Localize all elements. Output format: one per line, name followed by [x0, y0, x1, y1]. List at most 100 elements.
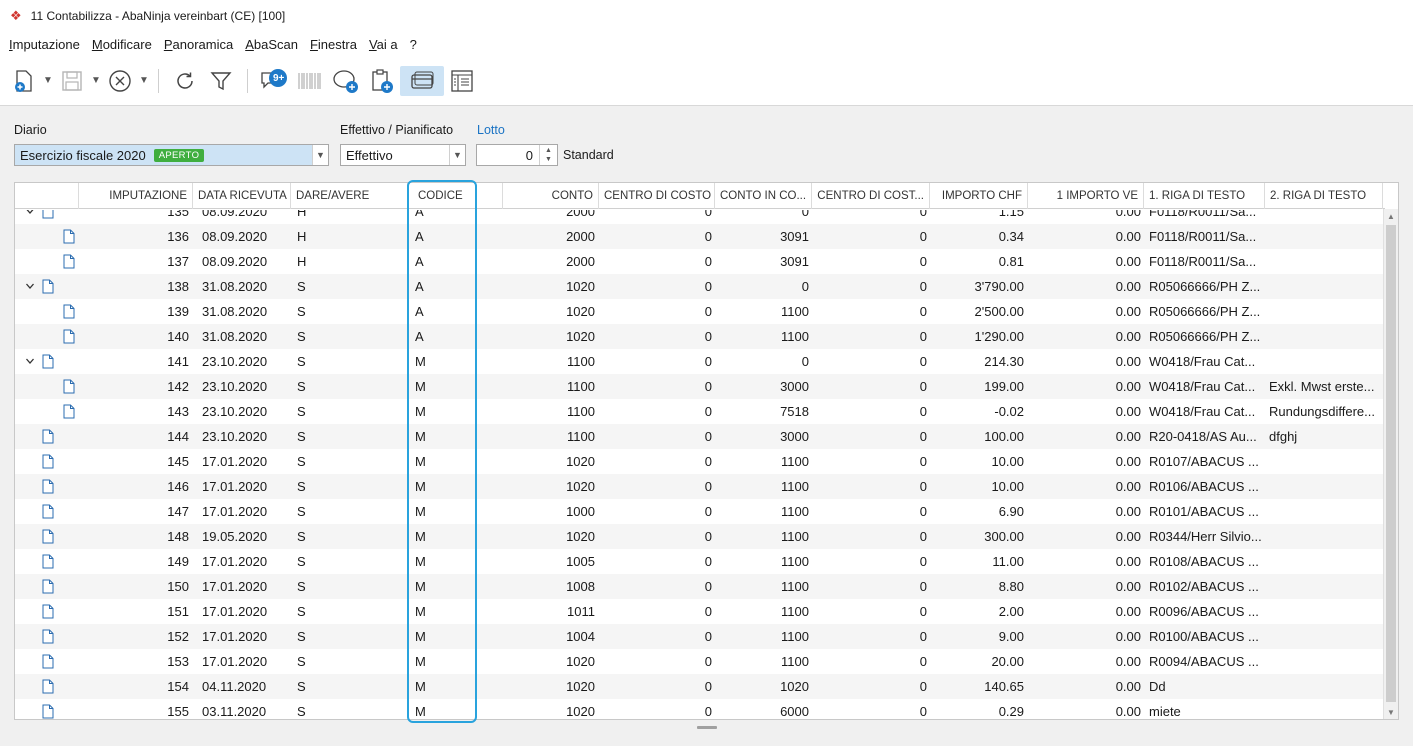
table-row[interactable]: 140 31.08.2020 S A 1020 0 1100 0 1'290.00 0.00 R05… [15, 324, 1385, 349]
diario-select[interactable]: Esercizio fiscale 2020 APERTO ▼ [14, 144, 329, 166]
cell-codice: M [415, 679, 426, 694]
menu-help[interactable]: ? [410, 37, 417, 52]
save-dropdown-caret-icon[interactable]: ▼ [90, 66, 102, 96]
menu-bar: Imputazione Modificare Panoramica AbaSca… [0, 32, 1413, 56]
table-row[interactable]: 153 17.01.2020 S M 1020 0 1100 0 20.00 0.00 R0094/… [15, 649, 1385, 674]
notifications-icon[interactable]: 9+ [256, 66, 292, 96]
menu-finestra[interactable]: Finestra [310, 37, 357, 52]
detail-view-icon[interactable] [444, 66, 480, 96]
column-header-importo-chf[interactable]: IMPORTO CHF [930, 183, 1028, 209]
cell-data-ricevuta: 23.10.2020 [202, 354, 268, 369]
cell-conto-in-co: 1100 [781, 579, 809, 594]
cell-conto-in-co: 1100 [781, 529, 809, 544]
cell-data-ricevuta: 17.01.2020 [202, 454, 268, 469]
cell-centro-di-costo-2: 0 [919, 554, 927, 569]
table-row[interactable]: 154 04.11.2020 S M 1020 0 1020 0 140.65 0.00 Dd [15, 674, 1385, 699]
document-icon [63, 329, 75, 344]
cell-importo-chf: 9.00 [998, 629, 1024, 644]
column-header-conto-in-co[interactable]: CONTO IN CO... [715, 183, 812, 209]
cell-conto: 1008 [566, 579, 595, 594]
scroll-down-icon[interactable]: ▼ [1384, 705, 1398, 719]
lotto-stepper[interactable]: 0 ▲ ▼ [476, 144, 558, 166]
cell-codice: M [415, 704, 426, 719]
column-header-riga-testo-2[interactable]: 2. RIGA DI TESTO [1265, 183, 1383, 209]
table-row[interactable]: 144 23.10.2020 S M 1100 0 3000 0 100.00 0.00 R20-0… [15, 424, 1385, 449]
column-header-importo-ve[interactable]: 1 IMPORTO VE [1028, 183, 1144, 209]
vertical-scrollbar[interactable]: ▲ ▼ [1383, 209, 1398, 719]
refresh-icon[interactable] [167, 66, 203, 96]
table-row[interactable]: 150 17.01.2020 S M 1008 0 1100 0 8.80 0.00 R0102/A… [15, 574, 1385, 599]
table-row[interactable]: 139 31.08.2020 S A 1020 0 1100 0 2'500.00 0.00 R05… [15, 299, 1385, 324]
cell-conto: 1100 [567, 354, 595, 369]
table-row[interactable]: 142 23.10.2020 S M 1100 0 3000 0 199.00 0.00 W0418… [15, 374, 1385, 399]
cell-importo-chf: 1.15 [998, 210, 1024, 219]
column-header-imputazione[interactable]: IMPUTAZIONE [79, 183, 193, 209]
resize-grip[interactable] [697, 726, 717, 729]
cell-codice: M [415, 654, 426, 669]
table-row[interactable]: 136 08.09.2020 H A 2000 0 3091 0 0.34 0.00 F0118/R… [15, 224, 1385, 249]
column-header-dare-avere[interactable]: DARE/AVERE [291, 183, 408, 209]
chevron-down-icon[interactable] [24, 355, 36, 367]
table-row[interactable]: 135 08.09.2020 H A 2000 0 0 0 1.15 0.00 F0118/R001… [15, 210, 1385, 224]
column-header-data-ricevuta[interactable]: DATA RICEVUTA [193, 183, 291, 209]
effettivo-select[interactable]: Effettivo ▼ [340, 144, 466, 166]
table-row[interactable]: 143 23.10.2020 S M 1100 0 7518 0 -0.02 0.00 W0418/… [15, 399, 1385, 424]
table-row[interactable]: 145 17.01.2020 S M 1020 0 1100 0 10.00 0.00 R0107/… [15, 449, 1385, 474]
table-row[interactable]: 155 03.11.2020 S M 1020 0 6000 0 0.29 0.00 miete [15, 699, 1385, 719]
cell-riga-testo-1: R0100/ABACUS ... [1149, 629, 1259, 644]
cell-conto-in-co: 1100 [781, 604, 809, 619]
cancel-icon[interactable] [102, 66, 138, 96]
table-row[interactable]: 148 19.05.2020 S M 1020 0 1100 0 300.00 0.00 R0344… [15, 524, 1385, 549]
cell-conto: 2000 [566, 229, 595, 244]
column-header-centro-di-cost2[interactable]: CENTRO DI COST... [812, 183, 930, 209]
cell-dare-avere: H [297, 210, 307, 219]
clipboard-icon[interactable] [364, 66, 400, 96]
table-row[interactable]: 152 17.01.2020 S M 1004 0 1100 0 9.00 0.00 R0100/A… [15, 624, 1385, 649]
menu-modificare[interactable]: Modificare [92, 37, 152, 52]
chevron-down-icon[interactable] [24, 210, 36, 217]
new-document-icon[interactable] [6, 66, 42, 96]
cell-centro-di-costo-2: 0 [919, 229, 927, 244]
cell-importo-ve: 0.00 [1115, 579, 1141, 594]
table-row[interactable]: 149 17.01.2020 S M 1005 0 1100 0 11.00 0.00 R0108/… [15, 549, 1385, 574]
cell-codice: A [415, 210, 424, 219]
table-row[interactable]: 146 17.01.2020 S M 1020 0 1100 0 10.00 0.00 R0106/… [15, 474, 1385, 499]
table-row[interactable]: 137 08.09.2020 H A 2000 0 3091 0 0.81 0.00 F0118/R… [15, 249, 1385, 274]
lotto-link[interactable]: Lotto [477, 123, 505, 137]
filter-icon[interactable] [203, 66, 239, 96]
window-view-icon[interactable] [400, 65, 444, 96]
menu-abascan[interactable]: AbaScan [245, 37, 298, 52]
table-row[interactable]: 138 31.08.2020 S A 1020 0 0 0 3'790.00 0.00 R05066… [15, 274, 1385, 299]
cancel-dropdown-caret-icon[interactable]: ▼ [138, 66, 150, 96]
menu-vai-a[interactable]: Vai a [369, 37, 398, 52]
table-row[interactable]: 141 23.10.2020 S M 1100 0 0 0 214.30 0.00 W0418/Fr… [15, 349, 1385, 374]
stepper-arrows-icon[interactable]: ▲ ▼ [539, 145, 557, 165]
chevron-down-icon[interactable]: ▼ [449, 145, 465, 165]
cell-centro-di-costo-2: 0 [919, 254, 927, 269]
new-dropdown-caret-icon[interactable]: ▼ [42, 66, 54, 96]
diario-value: Esercizio fiscale 2020 [20, 147, 146, 163]
document-icon [42, 279, 54, 294]
column-header-riga-testo-1[interactable]: 1. RIGA DI TESTO [1144, 183, 1265, 209]
menu-imputazione[interactable]: Imputazione [9, 37, 80, 52]
table-row[interactable]: 147 17.01.2020 S M 1000 0 1100 0 6.90 0.00 R0101/A… [15, 499, 1385, 524]
cell-riga-testo-2 [1269, 699, 1381, 719]
chevron-down-icon[interactable] [24, 280, 36, 292]
scroll-up-icon[interactable]: ▲ [1384, 209, 1398, 223]
cell-conto: 1020 [566, 654, 595, 669]
menu-panoramica[interactable]: Panoramica [164, 37, 233, 52]
table-row[interactable]: 151 17.01.2020 S M 1011 0 1100 0 2.00 0.00 R0096/A… [15, 599, 1385, 624]
add-comment-icon[interactable] [328, 66, 364, 96]
cell-codice: A [415, 329, 424, 344]
column-header-centro-di-costo[interactable]: CENTRO DI COSTO [599, 183, 715, 209]
scroll-thumb[interactable] [1386, 225, 1396, 702]
column-header-conto[interactable]: CONTO [503, 183, 599, 209]
barcode-icon[interactable] [292, 66, 328, 96]
cell-dare-avere: S [297, 629, 306, 644]
cell-importo-ve: 0.00 [1115, 554, 1141, 569]
document-icon [42, 579, 54, 594]
document-icon [42, 704, 54, 719]
save-icon[interactable] [54, 66, 90, 96]
chevron-down-icon[interactable]: ▼ [312, 145, 328, 165]
column-header-codice[interactable]: CODICE [408, 183, 503, 209]
